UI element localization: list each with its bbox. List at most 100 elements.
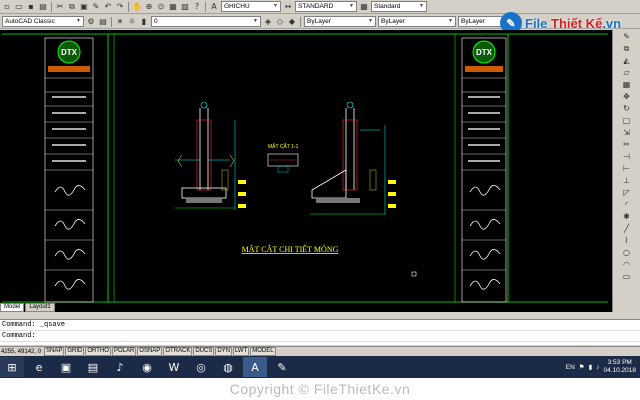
flag-icon[interactable]: ⚑: [579, 363, 585, 371]
word-icon[interactable]: W: [162, 357, 186, 377]
dyn-toggle[interactable]: DYN: [215, 347, 233, 356]
chevron-down-icon: ▼: [349, 3, 354, 9]
separator: [128, 1, 129, 12]
windows-taskbar: ⊞ e ▣ ▤ ♪ ◉ W ◎ ◍ A ✎ EN ⚑ ▮ ♪ 3:53 PM 0…: [0, 356, 640, 378]
clock[interactable]: 3:53 PM 04.10.2018: [603, 359, 636, 375]
linetype-select[interactable]: ByLayer ▼: [378, 16, 456, 27]
ie-icon[interactable]: e: [27, 357, 51, 377]
model-toggle[interactable]: MODEL: [250, 347, 276, 356]
layer-state-icon[interactable]: ◆: [287, 17, 297, 27]
color-select[interactable]: ByLayer ▼: [304, 16, 376, 27]
chevron-down-icon: ▼: [448, 18, 453, 24]
redo-icon[interactable]: ↷: [115, 2, 125, 12]
print-icon[interactable]: ▤: [38, 2, 48, 12]
array-icon[interactable]: ▦: [622, 80, 632, 90]
start-button-icon[interactable]: ⊞: [0, 357, 24, 377]
make-current-icon[interactable]: ◈: [263, 17, 273, 27]
chrome-icon[interactable]: ◎: [189, 357, 213, 377]
polar-toggle[interactable]: POLAR: [111, 347, 137, 356]
lightbulb-icon[interactable]: ☀: [115, 17, 125, 27]
copy-object-icon[interactable]: ⧉: [622, 44, 632, 54]
circle-icon[interactable]: ○: [622, 248, 632, 258]
undo-icon[interactable]: ↶: [103, 2, 113, 12]
freeze-icon[interactable]: ☼: [127, 17, 137, 27]
lock-icon[interactable]: ▮: [139, 17, 149, 27]
help-icon[interactable]: ?: [192, 2, 202, 12]
explorer-icon[interactable]: ▣: [54, 357, 78, 377]
rotate-icon[interactable]: ↻: [622, 104, 632, 114]
linetype-value: ByLayer: [381, 18, 405, 25]
stretch-icon[interactable]: ⇲: [622, 128, 632, 138]
folder-icon[interactable]: ▤: [81, 357, 105, 377]
language-indicator[interactable]: EN: [566, 364, 575, 371]
tablestyle-select[interactable]: Standard ▼: [371, 1, 427, 12]
title-block-left: DTX: [44, 37, 94, 303]
snap-toggle[interactable]: SNAP: [44, 347, 65, 356]
drawing-canvas[interactable]: DTX DTX MẶT CẮT 1-1 MẶT CẮT CHI TIẾT MÓN…: [0, 30, 612, 312]
firefox-icon[interactable]: ◉: [135, 357, 159, 377]
layer-select[interactable]: 0 ▼: [151, 16, 261, 27]
arc-icon[interactable]: ◠: [622, 260, 632, 270]
command-input[interactable]: Command:: [0, 331, 640, 342]
pan-icon[interactable]: ✋: [132, 2, 142, 12]
foundation-section-right: [310, 101, 396, 215]
mirror-icon[interactable]: ◭: [622, 56, 632, 66]
layer-manager-icon[interactable]: ▤: [98, 17, 108, 27]
ducs-toggle[interactable]: DUCS: [193, 347, 215, 356]
properties-icon[interactable]: ▦: [168, 2, 178, 12]
dimstyle-select[interactable]: STANDARD ▼: [295, 1, 357, 12]
match-icon[interactable]: ✎: [91, 2, 101, 12]
lwt-toggle[interactable]: LWT: [233, 347, 250, 356]
explode-icon[interactable]: ✱: [622, 212, 632, 222]
extend-icon[interactable]: ⊣: [622, 152, 632, 162]
volume-icon[interactable]: ♪: [596, 364, 599, 371]
tab-layout1[interactable]: Layout1: [25, 303, 55, 312]
designcenter-icon[interactable]: ▧: [180, 2, 190, 12]
offset-icon[interactable]: ▱: [622, 68, 632, 78]
workspace-select[interactable]: AutoCAD Classic ▼: [2, 16, 84, 27]
osnap-toggle[interactable]: OSNAP: [137, 347, 163, 356]
rectangle-icon[interactable]: ▭: [622, 272, 632, 282]
zoom-window-icon[interactable]: ⊙: [156, 2, 166, 12]
text-icon[interactable]: A: [209, 2, 219, 12]
save-icon[interactable]: ▪: [26, 2, 36, 12]
erase-icon[interactable]: ✎: [622, 32, 632, 42]
network-icon[interactable]: ▮: [589, 363, 593, 371]
cut-icon[interactable]: ✂: [55, 2, 65, 12]
stamp-text-right: DTX: [476, 48, 493, 57]
polyline-icon[interactable]: ⌇: [622, 236, 632, 246]
zoom-icon[interactable]: ⊕: [144, 2, 154, 12]
autocad-icon[interactable]: A: [243, 357, 267, 377]
command-history-line: Command: _qsave: [0, 320, 640, 331]
join-icon[interactable]: ⊥: [622, 176, 632, 186]
new-file-icon[interactable]: ▫: [2, 2, 12, 12]
copy-icon[interactable]: ⧉: [67, 2, 77, 12]
chamfer-icon[interactable]: ◸: [622, 188, 632, 198]
layer-previous-icon[interactable]: ◇: [275, 17, 285, 27]
open-icon[interactable]: ▭: [14, 2, 24, 12]
dimstyle-icon[interactable]: ↔: [283, 2, 293, 12]
app-icon[interactable]: ♪: [108, 357, 132, 377]
paint-icon[interactable]: ✎: [270, 357, 294, 377]
break-icon[interactable]: ⊢: [622, 164, 632, 174]
workspace-settings-icon[interactable]: ⚙: [86, 17, 96, 27]
tab-model[interactable]: Model: [0, 303, 25, 312]
command-window[interactable]: Command: _qsave Command:: [0, 319, 640, 345]
lineweight-value: ByLayer: [461, 18, 485, 25]
paste-icon[interactable]: ▣: [79, 2, 89, 12]
coordinate-readout: 4255, 49142, 0: [1, 348, 42, 355]
system-tray: EN ⚑ ▮ ♪ 3:53 PM 04.10.2018: [566, 359, 640, 375]
fillet-icon[interactable]: ◜: [622, 200, 632, 210]
line-icon[interactable]: ╱: [622, 224, 632, 234]
app2-icon[interactable]: ◍: [216, 357, 240, 377]
textstyle-select[interactable]: GHICHU ▼: [221, 1, 281, 12]
move-icon[interactable]: ✥: [622, 92, 632, 102]
section-label: MẶT CẮT 1-1: [268, 142, 299, 150]
cursor-pickbox: [411, 271, 417, 277]
trim-icon[interactable]: ✂: [622, 140, 632, 150]
ortho-toggle[interactable]: ORTHO: [85, 347, 111, 356]
scale-icon[interactable]: ▢: [622, 116, 632, 126]
grid-toggle[interactable]: GRID: [65, 347, 85, 356]
tablestyle-icon[interactable]: ▦: [359, 2, 369, 12]
otrack-toggle[interactable]: OTRACK: [163, 347, 193, 356]
